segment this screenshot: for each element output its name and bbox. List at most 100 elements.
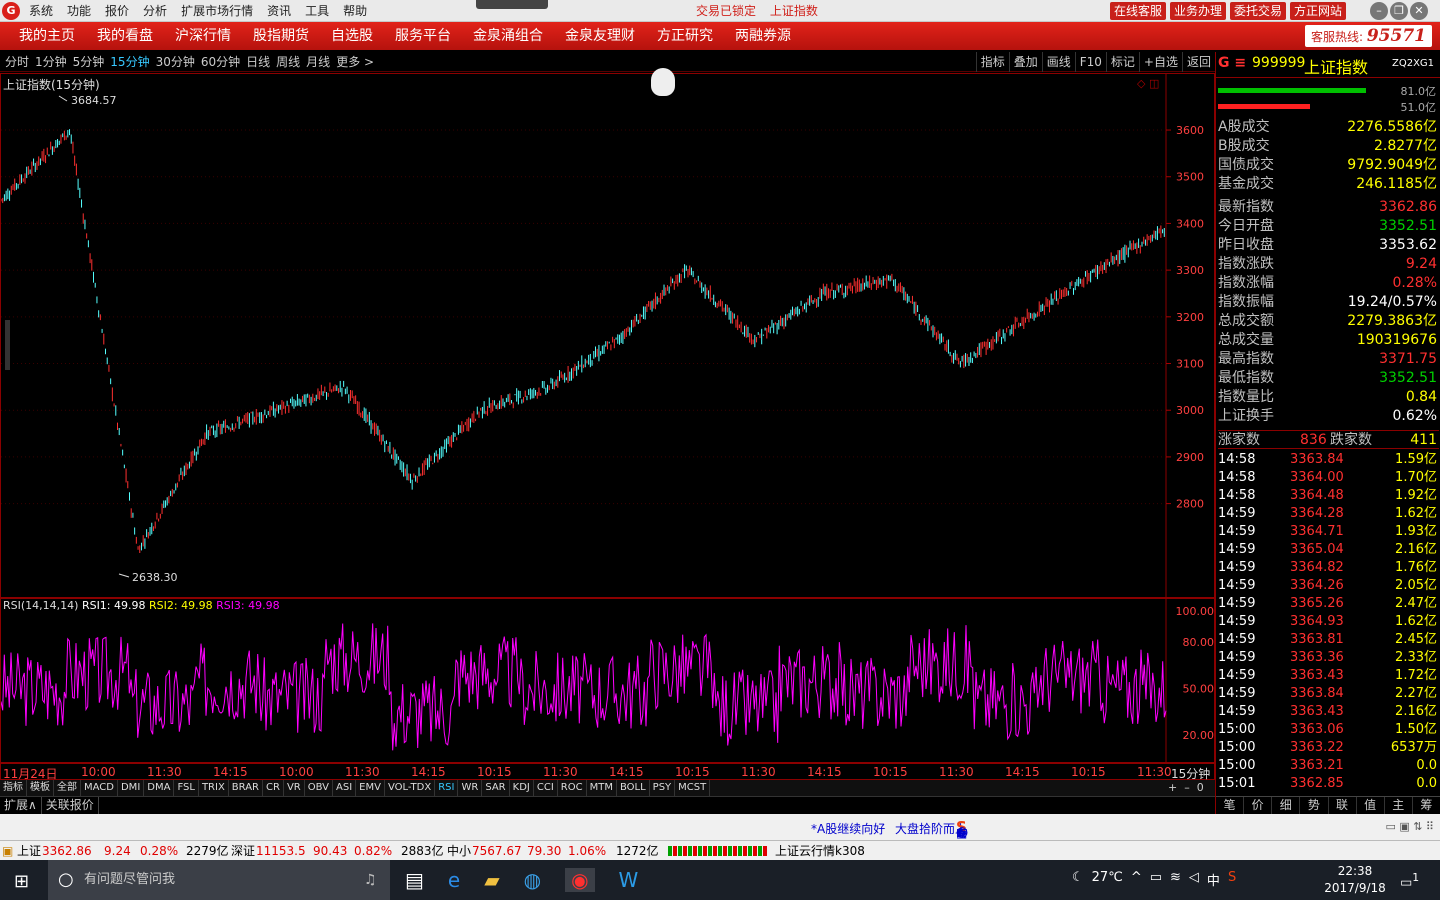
menu-quote[interactable]: 报价 (98, 0, 136, 22)
indicator-tab[interactable]: KDJ (510, 780, 534, 796)
menu-analysis[interactable]: 分析 (136, 0, 174, 22)
menu-info[interactable]: 资讯 (260, 0, 298, 22)
period-tab-active[interactable]: 15分钟 (107, 52, 152, 72)
indicator-tab[interactable]: BOLL (617, 780, 650, 796)
indicator-tab[interactable]: VOL-TDX (385, 780, 436, 796)
menu-system[interactable]: 系统 (22, 0, 60, 22)
period-more[interactable]: 更多 > (333, 52, 377, 72)
f10-button[interactable]: F10 (1074, 52, 1106, 72)
menu-ext-market[interactable]: 扩展市场行情 (174, 0, 260, 22)
clock[interactable]: 22:38 2017/9/18 (1320, 863, 1390, 897)
mic-icon[interactable]: ♫ (364, 860, 377, 900)
wifi-icon[interactable]: ≋ (1170, 870, 1181, 889)
indicator-tab[interactable]: 模板 (27, 780, 54, 796)
indicator-tab[interactable]: MTM (587, 780, 617, 796)
ime-indicator[interactable]: 中 (1207, 870, 1220, 889)
overlay-button[interactable]: 叠加 (1008, 52, 1042, 72)
indicator-tab[interactable]: DMI (118, 780, 145, 796)
panel-tab[interactable]: 联 (1329, 797, 1357, 814)
panel-tab[interactable]: 势 (1300, 797, 1329, 814)
panel-tab[interactable]: 筹 (1413, 797, 1440, 814)
online-service-button[interactable]: 在线客服 (1110, 2, 1167, 20)
indicator-tab[interactable]: ROC (558, 780, 587, 796)
period-tab[interactable]: 周线 (273, 52, 303, 72)
nav-margin[interactable]: 两融券源 (724, 22, 802, 50)
nav-research[interactable]: 方正研究 (646, 22, 724, 50)
nav-service[interactable]: 服务平台 (384, 22, 462, 50)
sz-value[interactable]: 11153.5 (256, 841, 306, 861)
cloud-quote[interactable]: 上证云行情k308 (775, 841, 865, 861)
period-tab[interactable]: 30分钟 (153, 52, 198, 72)
ie-icon[interactable]: ◍ (524, 868, 541, 892)
zx-value[interactable]: 7567.67 (472, 841, 522, 861)
weather-icon[interactable]: ☾ (1072, 870, 1084, 889)
panel-tab[interactable]: 笔 (1216, 797, 1245, 814)
edge-icon[interactable]: e (448, 868, 460, 892)
indicator-tab[interactable]: CCI (534, 780, 558, 796)
mark-button[interactable]: 标记 (1105, 52, 1139, 72)
trade-button[interactable]: 委托交易 (1230, 2, 1287, 20)
menu-help[interactable]: 帮助 (336, 0, 374, 22)
windows-start-icon[interactable]: ⊞ (14, 871, 29, 892)
founder-app-icon[interactable]: ◉ (565, 868, 595, 892)
website-button[interactable]: 方正网站 (1290, 2, 1347, 20)
indicator-button[interactable]: 指标 (975, 52, 1009, 72)
wps-icon[interactable]: W (619, 868, 639, 892)
file-explorer-icon[interactable]: ▰ (484, 868, 499, 892)
panel-tab[interactable]: 主 (1385, 797, 1413, 814)
ime-toolbar[interactable]: S 中 •, ☺ ♪ ▦ ✿ ✎ (956, 816, 1166, 840)
indicator-tab[interactable]: FSL (174, 780, 199, 796)
indicator-tab[interactable]: RSI (435, 780, 459, 796)
nav-home[interactable]: 我的主页 (8, 22, 86, 50)
store-icon[interactable]: ▤ (405, 868, 424, 892)
zoom-controls[interactable]: + – 0 (1168, 780, 1204, 796)
period-tab[interactable]: 1分钟 (32, 52, 70, 72)
rsi-chart[interactable]: 100.00 80.00 50.00 20.00 RSI(14,14,14) RSI1… (0, 598, 1215, 763)
indicator-tab[interactable]: EMV (356, 780, 385, 796)
period-tab[interactable]: 60分钟 (198, 52, 243, 72)
nav-watchlist[interactable]: 自选股 (320, 22, 384, 50)
panel-tab[interactable]: 细 (1272, 797, 1301, 814)
battery-icon[interactable]: ▭ (1150, 870, 1162, 889)
panel-control-icons[interactable]: ▭ ▣ ⇅ ⠿ (1385, 820, 1434, 833)
expand-tab[interactable]: 扩展∧ (0, 797, 42, 814)
business-button[interactable]: 业务办理 (1170, 2, 1227, 20)
restore-icon[interactable]: ❐ (1390, 2, 1408, 20)
indicator-tab[interactable]: BRAR (229, 780, 263, 796)
panel-tab[interactable]: 价 (1244, 797, 1273, 814)
indicator-tab[interactable]: TRIX (199, 780, 229, 796)
notification-icon[interactable]: ▭1 (1400, 871, 1419, 890)
cortana-search[interactable]: ○ 有问题尽管问我 ♫ (48, 860, 390, 900)
indicator-tab[interactable]: SAR (482, 780, 510, 796)
minimize-icon[interactable]: – (1370, 2, 1388, 20)
indicator-tab[interactable]: 全部 (54, 780, 81, 796)
menu-function[interactable]: 功能 (60, 0, 98, 22)
main-chart[interactable]: 3600 3500 3400 3300 3200 3100 3000 2900 2800 上证指… (0, 68, 1215, 598)
add-watch-button[interactable]: +自选 (1138, 52, 1182, 72)
menu-tools[interactable]: 工具 (298, 0, 336, 22)
indicator-tab[interactable]: PSY (650, 780, 676, 796)
volume-icon[interactable]: ◁ (1189, 870, 1199, 889)
indicator-tab[interactable]: OBV (305, 780, 333, 796)
indicator-tab[interactable]: 指标 (0, 780, 27, 796)
temperature[interactable]: 27℃ (1092, 870, 1123, 889)
nav-hs-market[interactable]: 沪深行情 (164, 22, 242, 50)
related-quote-tab[interactable]: 关联报价 (42, 797, 99, 814)
nav-portfolio[interactable]: 金泉涌组合 (462, 22, 554, 50)
panel-tab[interactable]: 值 (1357, 797, 1385, 814)
scroll-handle[interactable] (5, 320, 10, 370)
draw-button[interactable]: 画线 (1041, 52, 1075, 72)
sogou-tray-icon[interactable]: S (1228, 870, 1236, 889)
indicator-tab[interactable]: WR (458, 780, 483, 796)
trade-lock-status[interactable]: 交易已锁定 (696, 4, 756, 18)
indicator-tab[interactable]: MACD (81, 780, 118, 796)
news-item[interactable]: *A股继续向好 (811, 820, 885, 837)
period-tab[interactable]: 5分钟 (70, 52, 108, 72)
indicator-tab[interactable]: VR (284, 780, 305, 796)
sh-value[interactable]: 3362.86 (42, 841, 92, 861)
indicator-tab[interactable]: CR (263, 780, 284, 796)
period-tab[interactable]: 日线 (243, 52, 273, 72)
back-button[interactable]: 返回 (1181, 52, 1215, 72)
indicator-tab[interactable]: MCST (675, 780, 711, 796)
nav-my-watch[interactable]: 我的看盘 (86, 22, 164, 50)
